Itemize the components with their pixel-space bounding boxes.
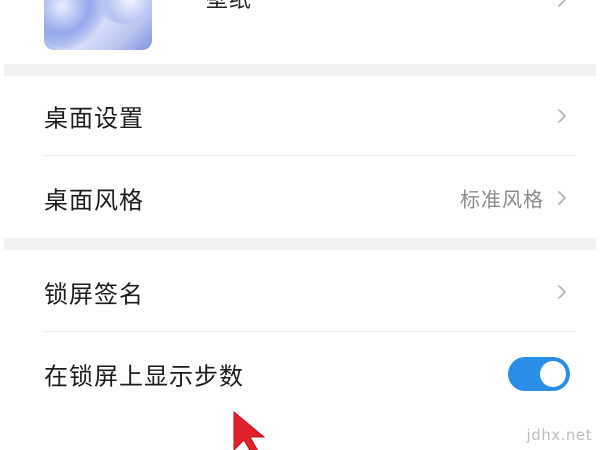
- row-divider: [44, 155, 576, 156]
- wallpaper-swirl-shape: [44, 0, 104, 48]
- show-steps-label: 在锁屏上显示步数: [44, 362, 244, 391]
- wallpaper-row[interactable]: 壁纸: [0, 0, 600, 64]
- desktop-style-row[interactable]: 桌面风格 标准风格: [0, 158, 600, 238]
- lock-screen-signature-row[interactable]: 锁屏签名: [0, 252, 600, 332]
- row-divider: [44, 331, 576, 332]
- desktop-settings-row[interactable]: 桌面设置: [0, 76, 600, 156]
- toggle-knob: [540, 361, 566, 387]
- mouse-pointer-icon: [233, 410, 266, 450]
- wallpaper-label: 壁纸: [206, 0, 253, 13]
- desktop-settings-label: 桌面设置: [44, 104, 144, 133]
- chevron-right-icon: [558, 0, 566, 7]
- chevron-right-icon: [558, 191, 566, 205]
- screen: 壁纸 桌面设置 桌面风格 标准风格 锁屏签名 在锁屏上显示步数 jdhx.net: [0, 0, 600, 450]
- wallpaper-thumbnail: [44, 0, 152, 50]
- watermark: jdhx.net: [526, 426, 592, 444]
- desktop-style-value: 标准风格: [460, 187, 544, 212]
- show-steps-toggle[interactable]: [508, 357, 570, 391]
- section-divider: [4, 238, 596, 250]
- chevron-right-icon: [558, 109, 566, 123]
- section-divider: [4, 64, 596, 76]
- lock-screen-signature-label: 锁屏签名: [44, 280, 144, 309]
- show-steps-on-lock-screen-row: 在锁屏上显示步数: [0, 334, 600, 414]
- chevron-right-icon: [558, 285, 566, 299]
- desktop-style-label: 桌面风格: [44, 186, 144, 215]
